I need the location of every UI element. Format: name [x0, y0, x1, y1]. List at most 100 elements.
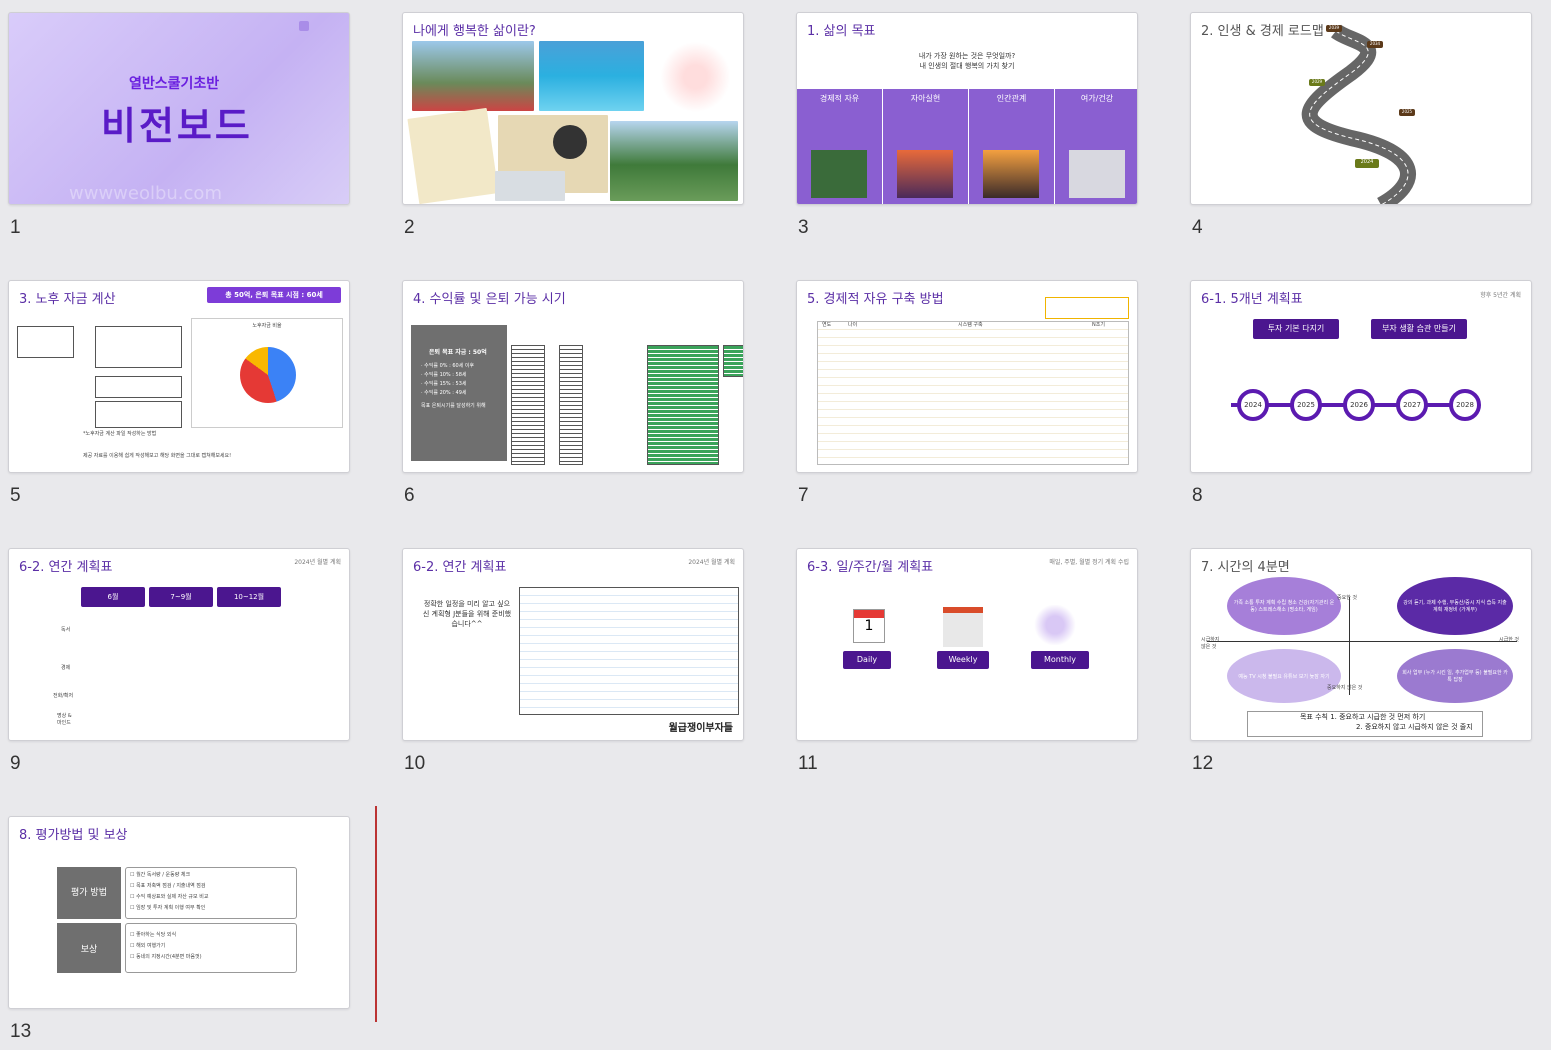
reward-list: ☐ 좋아하는 식당 외식 ☐ 해외 여행가기 ☐ 동네의 지정시간(4분면 마음…	[125, 923, 297, 973]
slide-sorter-grid: 열반스쿨기초반 비전보드 wwwweolbu.com 1 나에게 행복한 삶이란…	[0, 0, 1551, 1050]
calendar-monthly-icon	[1033, 605, 1077, 645]
photo-car	[495, 171, 565, 201]
slide-number-5: 5	[10, 485, 21, 506]
slide-6-canvas[interactable]: 4. 수익률 및 은퇴 가능 시기 은퇴 목표 자금 : 50억 · 수익률 0…	[402, 280, 744, 473]
slide-3-question-1: 내가 가장 원하는 것은 무엇일까?	[918, 52, 1016, 60]
calendar-day-number: 1	[864, 618, 874, 634]
slide-7-canvas[interactable]: 5. 경제적 자유 구축 방법 연도 나이 시스템 구축 N조기	[796, 280, 1138, 473]
goal-image-people	[983, 150, 1039, 198]
photo-bowl	[553, 125, 587, 159]
photo-pool	[539, 41, 644, 111]
return-table-2	[559, 345, 583, 465]
slide-2-canvas[interactable]: 나에게 행복한 삶이란?	[402, 12, 744, 205]
slide-thumbnail-11[interactable]: 6-3. 일/주간/월 계획표 매일, 주별, 월별 정기 계획 수립 1 Da…	[796, 548, 1140, 775]
timeline-2024: 2024	[1237, 389, 1269, 421]
tab-june: 6월	[81, 587, 145, 607]
slide-10-title: 6-2. 연간 계획표	[413, 560, 507, 575]
slide-3-canvas[interactable]: 1. 삶의 목표 내가 가장 원하는 것은 무엇일까? 내 인생의 절대 행복의…	[796, 12, 1138, 205]
header-age: 나이	[848, 322, 858, 328]
goal-column-leisure: 여가/건강	[1055, 89, 1137, 204]
slide-number-10: 10	[404, 753, 426, 774]
slide-thumbnail-8[interactable]: 6-1. 5개년 계획표 향후 5년간 계획 투자 기본 다지기 부자 생활 습…	[1190, 280, 1534, 507]
slide-5-note-1: *노후자금 계산 파일 작성하는 방법	[83, 431, 157, 437]
slide-13-canvas[interactable]: 8. 평가방법 및 보상 평가 방법 보상 ☐ 월간 독서량 / 운동량 체크 …	[8, 816, 350, 1009]
header-year: 연도	[822, 322, 832, 328]
slide-thumbnail-7[interactable]: 5. 경제적 자유 구축 방법 연도 나이 시스템 구축 N조기 7	[796, 280, 1140, 507]
slide-number-4: 4	[1192, 217, 1203, 238]
slide-11-title: 6-3. 일/주간/월 계획표	[807, 560, 934, 575]
slide-12-canvas[interactable]: 7. 시간의 4분면 가족 소통 투자 계획 수립 청소 건강(자기관리 운동)…	[1190, 548, 1532, 741]
quadrant-4-bubble: 회사 업무 (누가 시킨 일, 추가업무 등) 불필요한 카톡 답장	[1397, 649, 1513, 703]
goal-image-yoga	[1069, 150, 1125, 198]
slide-number-9: 9	[10, 753, 21, 774]
slide-thumbnail-1[interactable]: 열반스쿨기초반 비전보드 wwwweolbu.com 1	[8, 12, 352, 239]
slide-8-canvas[interactable]: 6-1. 5개년 계획표 향후 5년간 계획 투자 기본 다지기 부자 생활 습…	[1190, 280, 1532, 473]
pension-pie-chart: 노후자금 비율	[191, 318, 343, 428]
axis-horizontal	[1207, 641, 1517, 642]
slide-thumbnail-4[interactable]: 2. 인생 & 경제 로드맵 2039 2034 2029 2025 2024 …	[1190, 12, 1534, 239]
slide-1-canvas[interactable]: 열반스쿨기초반 비전보드 wwwweolbu.com	[8, 12, 350, 205]
slide-4-canvas[interactable]: 2. 인생 & 경제 로드맵 2039 2034 2029 2025 2024	[1190, 12, 1532, 205]
slide-thumbnail-10[interactable]: 6-2. 연간 계획표 2024년 월별 계획 정확한 일정을 미리 알고 싶으…	[402, 548, 746, 775]
slide-3-title: 1. 삶의 목표	[807, 24, 876, 39]
goal-column-economic: 경제적 자유	[797, 89, 882, 204]
quadrant-3-bubble: 예능 TV 시청 불필요 유튜브 보기 늦잠 자기	[1227, 649, 1341, 703]
summary-line-1: · 수익률 10% : 58세	[421, 372, 467, 378]
slide-number-1: 1	[10, 217, 21, 238]
slide-6-title: 4. 수익률 및 은퇴 가능 시기	[413, 292, 566, 307]
slide-1-brand: 열반스쿨기초반	[129, 76, 220, 92]
slide-thumbnail-2[interactable]: 나에게 행복한 삶이란? 2	[402, 12, 746, 239]
slide-13-title: 8. 평가방법 및 보상	[19, 828, 128, 843]
annual-schedule-table	[519, 587, 739, 715]
slide-10-footer: 월급쟁이부자들	[668, 723, 733, 734]
roadmap-flag-2039: 2039	[1326, 25, 1342, 32]
goal-column-relations: 인간관계	[969, 89, 1054, 204]
slide-10-text: 정확한 일정을 미리 알고 싶으신 계획형 J분들을 위해 준비했습니다^^	[422, 600, 512, 628]
row-contact: 전화/확저	[53, 693, 74, 699]
reward-item-2: ☐ 동네의 지정시간(4분면 마음껏)	[130, 954, 202, 960]
system-build-table: 연도 나이 시스템 구축 N조기	[817, 321, 1129, 465]
daily-button: Daily	[843, 651, 891, 669]
summary-line-0: · 수익률 0% : 60세 이후	[421, 363, 475, 369]
slide-thumbnail-6[interactable]: 4. 수익률 및 은퇴 가능 시기 은퇴 목표 자금 : 50억 · 수익률 0…	[402, 280, 746, 507]
goal-rule-box: 목표 수칙 1. 중요하고 시급한 것 먼저 하기 2. 중요하지 않고 시급하…	[1247, 711, 1483, 737]
reward-item-1: ☐ 해외 여행가기	[130, 943, 166, 949]
header-n: N조기	[1092, 322, 1105, 328]
slide-8-subtitle: 향후 5년간 계획	[1480, 292, 1521, 299]
quadrant-1-bubble: 강의 듣기, 과제 수행, 부동산/증시 지식 습득 지출 계획 재정비 (가계…	[1397, 577, 1513, 635]
slide-8-title: 6-1. 5개년 계획표	[1201, 292, 1303, 307]
slide-11-canvas[interactable]: 6-3. 일/주간/월 계획표 매일, 주별, 월별 정기 계획 수립 1 Da…	[796, 548, 1138, 741]
goal-image-sunset	[897, 150, 953, 198]
slide-5-title: 3. 노후 자금 계산	[19, 292, 116, 307]
illustration-sticker	[407, 107, 499, 204]
slide-3-question-2: 내 인생의 절대 행복의 가치 찾기	[919, 62, 1015, 70]
slide-thumbnail-12[interactable]: 7. 시간의 4분면 가족 소통 투자 계획 수립 청소 건강(자기관리 운동)…	[1190, 548, 1534, 775]
slide-thumbnail-9[interactable]: 6-2. 연간 계획표 2024년 월별 계획 6월 7~9월 10~12월 독…	[8, 548, 352, 775]
slide-10-canvas[interactable]: 6-2. 연간 계획표 2024년 월별 계획 정확한 일정을 미리 알고 싶으…	[402, 548, 744, 741]
slide-thumbnail-3[interactable]: 1. 삶의 목표 내가 가장 원하는 것은 무엇일까? 내 인생의 절대 행복의…	[796, 12, 1140, 239]
pie-chart-disc	[240, 347, 296, 403]
photo-lakeside	[610, 121, 738, 201]
slide-number-2: 2	[404, 217, 415, 238]
slide-12-title: 7. 시간의 4분면	[1201, 560, 1290, 575]
axis-label-top: 중요한 것	[1337, 595, 1357, 601]
legend-box	[1045, 297, 1129, 319]
axis-label-left: 시급하지 않은 것	[1201, 637, 1220, 650]
asset-table-3	[95, 376, 182, 398]
slide-9-subtitle: 2024년 월별 계획	[294, 559, 341, 566]
slide-9-canvas[interactable]: 6-2. 연간 계획표 2024년 월별 계획 6월 7~9월 10~12월 독…	[8, 548, 350, 741]
pie-chart-title: 노후자금 비율	[252, 323, 282, 329]
slide-number-7: 7	[798, 485, 809, 506]
slide-thumbnail-5[interactable]: 3. 노후 자금 계산 총 50억, 은퇴 목표 시점 : 60세 노후자금 비…	[8, 280, 352, 507]
timeline-2028: 2028	[1449, 389, 1481, 421]
goal-rule-2: 2. 중요하지 않고 시급하지 않은 것 줄지	[1356, 723, 1473, 731]
five-year-btn-habits: 부자 생활 습관 만들기	[1371, 319, 1467, 339]
slide-thumbnail-13[interactable]: 8. 평가방법 및 보상 평가 방법 보상 ☐ 월간 독서량 / 운동량 체크 …	[8, 816, 352, 1043]
axis-label-right: 시급한 것	[1499, 637, 1519, 643]
slide-7-title: 5. 경제적 자유 구축 방법	[807, 292, 944, 307]
slide-5-canvas[interactable]: 3. 노후 자금 계산 총 50억, 은퇴 목표 시점 : 60세 노후자금 비…	[8, 280, 350, 473]
evaluation-list: ☐ 월간 독서량 / 운동량 체크 ☐ 목표 저축액 점검 / 지출내역 점검 …	[125, 867, 297, 919]
five-year-btn-basics: 투자 기본 다지기	[1253, 319, 1339, 339]
insertion-caret	[375, 806, 377, 1022]
slide-number-13: 13	[10, 1021, 32, 1042]
